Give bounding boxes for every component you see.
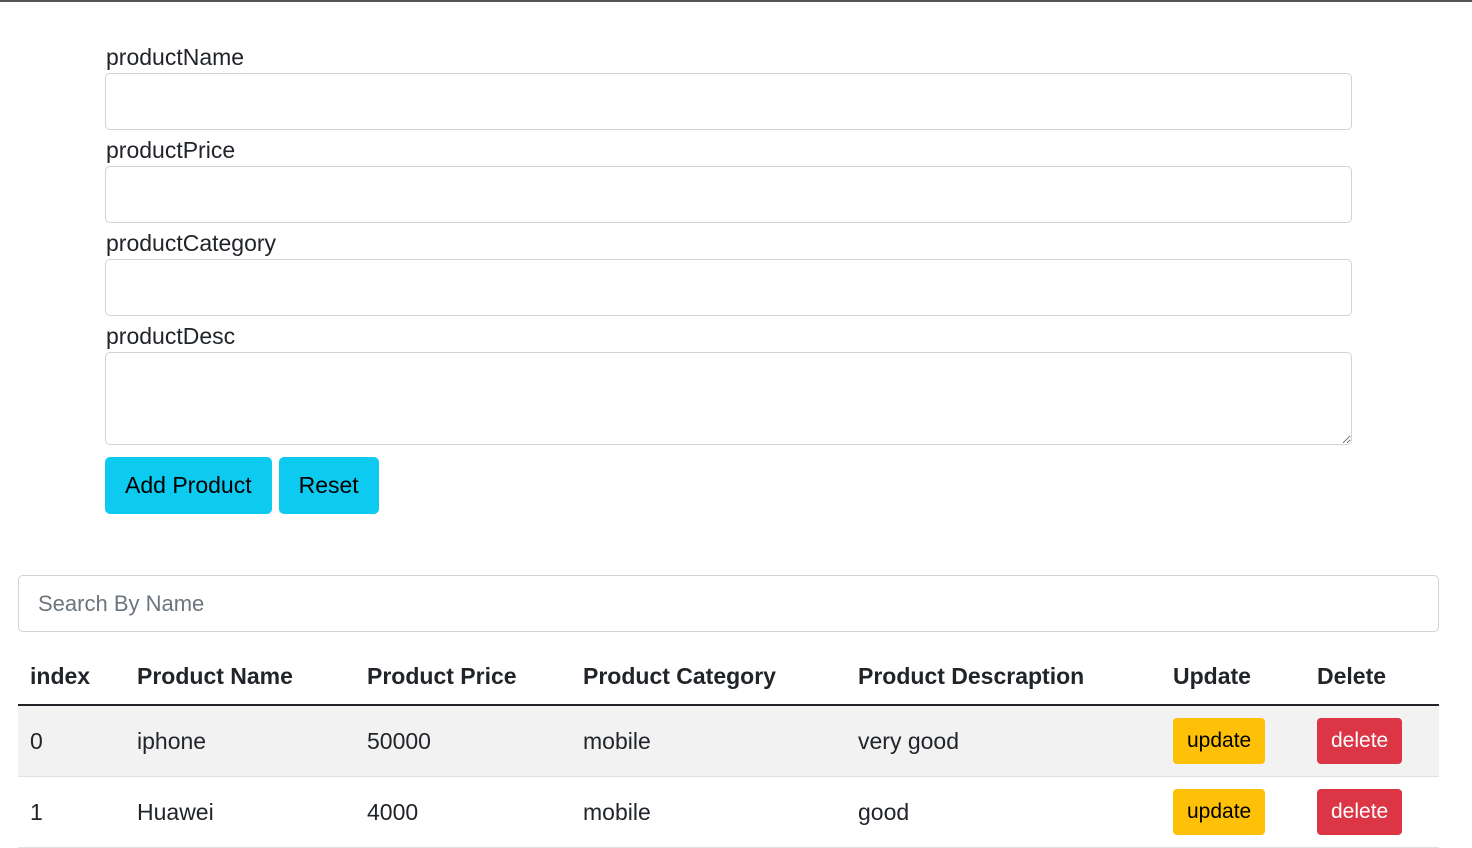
product-price-input[interactable] (105, 166, 1352, 223)
delete-button[interactable]: delete (1317, 718, 1403, 764)
header-index: index (18, 648, 125, 706)
product-desc-label: productDesc (106, 323, 236, 349)
product-form: productName productPrice productCategory… (105, 42, 1352, 514)
cell-product-description: good (846, 776, 1161, 848)
cell-index: 1 (18, 776, 125, 848)
header-product-price: Product Price (355, 648, 571, 706)
cell-delete: delete (1305, 776, 1439, 848)
header-update: Update (1161, 648, 1305, 706)
cell-update: update (1161, 705, 1305, 777)
header-product-description: Product Descraption (846, 648, 1161, 706)
cell-product-price: 50000 (355, 705, 571, 777)
cell-delete: delete (1305, 705, 1439, 777)
cell-product-name: Huawei (125, 776, 355, 848)
update-button[interactable]: update (1173, 718, 1266, 764)
update-button[interactable]: update (1173, 789, 1266, 835)
cell-product-name: iphone (125, 705, 355, 777)
table-row: 0 iphone 50000 mobile very good update d… (18, 705, 1439, 777)
header-product-name: Product Name (125, 648, 355, 706)
product-price-label: productPrice (106, 137, 236, 163)
delete-button[interactable]: delete (1317, 789, 1403, 835)
cell-update: update (1161, 776, 1305, 848)
header-product-category: Product Category (571, 648, 846, 706)
product-name-input[interactable] (105, 73, 1352, 130)
top-border (0, 0, 1472, 2)
products-table: index Product Name Product Price Product… (18, 648, 1439, 848)
table-row: 1 Huawei 4000 mobile good update delete (18, 776, 1439, 848)
cell-product-price: 4000 (355, 776, 571, 848)
add-product-button[interactable]: Add Product (105, 457, 272, 514)
product-name-label: productName (106, 44, 245, 70)
table-header-row: index Product Name Product Price Product… (18, 648, 1439, 706)
cell-product-category: mobile (571, 705, 846, 777)
product-category-input[interactable] (105, 259, 1352, 316)
header-delete: Delete (1305, 648, 1439, 706)
product-category-label: productCategory (106, 230, 277, 256)
form-buttons: Add Product Reset (105, 457, 1352, 514)
product-desc-textarea[interactable] (105, 352, 1352, 445)
cell-product-category: mobile (571, 776, 846, 848)
cell-product-description: very good (846, 705, 1161, 777)
search-input[interactable] (18, 575, 1439, 632)
reset-button[interactable]: Reset (278, 457, 379, 514)
cell-index: 0 (18, 705, 125, 777)
